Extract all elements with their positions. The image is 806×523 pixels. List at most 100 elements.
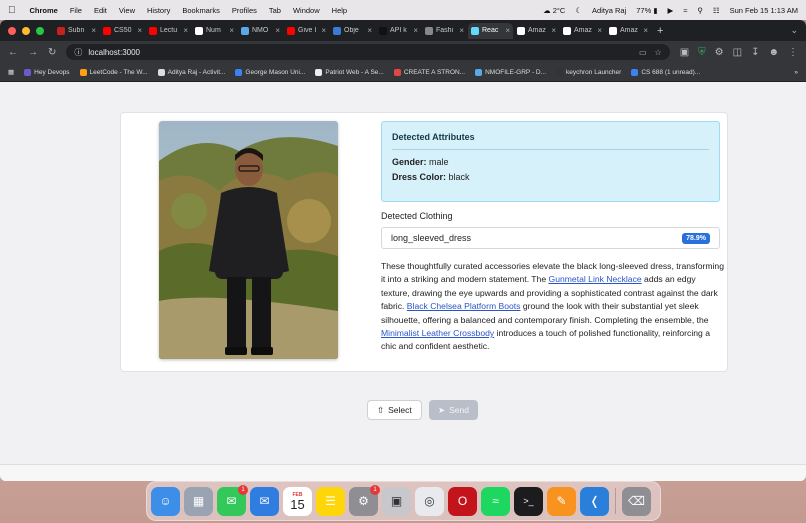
browser-tab[interactable]: Reac ×: [468, 22, 513, 39]
close-tab-icon[interactable]: ×: [505, 26, 510, 35]
apps-grid-icon[interactable]: ▦: [8, 68, 14, 76]
tab-favicon-icon: [57, 26, 65, 35]
extension-icon[interactable]: ▣: [680, 47, 689, 58]
clock[interactable]: Sun Feb 15 1:13 AM: [730, 6, 798, 15]
pages-icon[interactable]: ✎: [547, 486, 576, 516]
close-tab-icon[interactable]: ×: [183, 26, 188, 35]
back-icon[interactable]: ←: [8, 47, 18, 58]
browser-tab[interactable]: Fashi ×: [422, 23, 467, 39]
new-tab-icon[interactable]: +: [657, 25, 663, 37]
weather-status[interactable]: ☁ 2°C: [543, 6, 565, 15]
browser-tab[interactable]: Num ×: [192, 23, 237, 39]
bookmark-item[interactable]: CS 688 (1 unread)...: [631, 68, 700, 76]
boots-link[interactable]: Black Chelsea Platform Boots: [407, 301, 521, 311]
download-icon[interactable]: ↧: [751, 47, 759, 58]
close-tab-icon[interactable]: ×: [597, 26, 602, 35]
close-tab-icon[interactable]: ×: [91, 26, 96, 35]
bookmark-item[interactable]: LeetCode - The W...: [79, 68, 148, 76]
trash-icon[interactable]: ⌫: [622, 486, 651, 516]
moon-icon[interactable]: ☾: [575, 6, 582, 15]
opera-icon[interactable]: O: [448, 486, 477, 516]
vscode-icon[interactable]: ❬: [580, 486, 609, 516]
menu-edit[interactable]: Edit: [94, 6, 107, 15]
bookmark-item[interactable]: Hey Devops: [24, 68, 70, 76]
launchpad-icon[interactable]: ▦: [184, 486, 213, 516]
close-window-icon[interactable]: [8, 26, 16, 35]
browser-tab[interactable]: Give I ×: [284, 23, 329, 39]
crossbody-link[interactable]: Minimalist Leather Crossbody: [381, 328, 494, 338]
menu-view[interactable]: View: [119, 6, 135, 15]
menu-file[interactable]: File: [70, 6, 82, 15]
battery-status[interactable]: 77% ▮: [636, 6, 657, 15]
spotify-icon[interactable]: ≈: [481, 486, 510, 516]
user-name[interactable]: Aditya Raj: [592, 6, 626, 15]
forward-icon[interactable]: →: [28, 47, 38, 58]
browser-tab[interactable]: Amaz ×: [514, 23, 559, 39]
close-tab-icon[interactable]: ×: [413, 26, 418, 35]
bookmark-item[interactable]: Aditya Raj - Activit...: [157, 68, 225, 76]
menu-kebab-icon[interactable]: ⋮: [788, 47, 798, 58]
browser-tab[interactable]: Amaz ×: [560, 23, 605, 39]
close-tab-icon[interactable]: ×: [137, 26, 142, 35]
close-tab-icon[interactable]: ×: [275, 26, 280, 35]
cast-icon[interactable]: ▭: [639, 48, 647, 57]
puzzle-icon[interactable]: ⚙: [715, 47, 724, 58]
browser-tab[interactable]: Subn ×: [54, 23, 99, 39]
menu-help[interactable]: Help: [332, 6, 347, 15]
profile-avatar-icon[interactable]: ☻: [768, 47, 779, 58]
bookmark-favicon-icon: [235, 68, 243, 76]
send-button[interactable]: ➤ Send: [429, 400, 478, 420]
bookmark-star-icon[interactable]: ☆: [655, 48, 662, 57]
tab-search-icon[interactable]: ⌄: [790, 25, 798, 36]
chrome-icon[interactable]: ◎: [415, 486, 444, 516]
browser-tab[interactable]: API k ×: [376, 23, 421, 39]
bookmark-item[interactable]: George Mason Uni...: [235, 68, 305, 76]
mail-icon[interactable]: ✉: [250, 486, 279, 516]
apple-icon[interactable]: : [8, 5, 16, 16]
close-tab-icon[interactable]: ×: [551, 26, 556, 35]
menu-tab[interactable]: Tab: [269, 6, 281, 15]
minimize-window-icon[interactable]: [22, 26, 30, 35]
shield-icon[interactable]: ⛨: [698, 47, 706, 58]
address-bar[interactable]: ⓘ localhost:3000 ▭ ☆: [66, 44, 670, 60]
browser-tab[interactable]: Lectu ×: [146, 23, 191, 39]
menu-bookmarks[interactable]: Bookmarks: [182, 6, 220, 15]
calendar-icon[interactable]: FEB 15: [283, 486, 312, 516]
browser-tab[interactable]: NMO ×: [238, 23, 283, 39]
extension-icons: ▣ ⛨ ⚙ ◫ ↧ ☻ ⋮: [680, 47, 798, 58]
close-tab-icon[interactable]: ×: [643, 26, 648, 35]
settings-icon[interactable]: ⚙ 1: [349, 484, 380, 516]
notes-icon[interactable]: ☰: [316, 486, 345, 516]
close-tab-icon[interactable]: ×: [321, 26, 326, 35]
menu-profiles[interactable]: Profiles: [232, 6, 257, 15]
finder-icon[interactable]: ☺: [151, 486, 180, 516]
zoom-window-icon[interactable]: [36, 26, 44, 35]
browser-tab[interactable]: Obje ×: [330, 23, 375, 39]
close-tab-icon[interactable]: ×: [459, 26, 464, 35]
search-icon[interactable]: ⚲: [697, 6, 703, 15]
wifi-icon[interactable]: ≈: [683, 6, 687, 15]
terminal-icon[interactable]: >_: [514, 486, 543, 516]
browser-tab[interactable]: Amaz ×: [606, 23, 651, 39]
bookmark-item[interactable]: NMOFILE-GRP - D...: [475, 68, 546, 76]
control-center-icon[interactable]: ☷: [713, 6, 720, 15]
reload-icon[interactable]: ↻: [48, 47, 56, 58]
menu-app-name[interactable]: Chrome: [30, 6, 58, 15]
play-icon[interactable]: ▶: [667, 6, 673, 15]
dock-glyph: ✎: [556, 494, 567, 508]
bookmark-item[interactable]: CREATE A STRON...: [393, 68, 465, 76]
necklace-link[interactable]: Gunmetal Link Necklace: [549, 274, 642, 284]
bookmark-item[interactable]: Patriot Web - A Se...: [315, 68, 384, 76]
close-tab-icon[interactable]: ×: [229, 26, 234, 35]
bookmark-item[interactable]: keychron Launcher: [556, 68, 621, 76]
browser-tab[interactable]: CS50 ×: [100, 23, 145, 39]
close-tab-icon[interactable]: ×: [367, 26, 372, 35]
side-panel-icon[interactable]: ◫: [733, 47, 742, 58]
menu-history[interactable]: History: [147, 6, 170, 15]
menu-window[interactable]: Window: [293, 6, 320, 15]
preview-icon[interactable]: ▣: [382, 486, 411, 516]
select-button[interactable]: ⇧ Select: [367, 400, 422, 420]
messages-icon[interactable]: ✉ 1: [217, 484, 248, 516]
more-bookmarks-icon[interactable]: »: [794, 69, 798, 76]
site-info-icon[interactable]: ⓘ: [74, 47, 82, 58]
